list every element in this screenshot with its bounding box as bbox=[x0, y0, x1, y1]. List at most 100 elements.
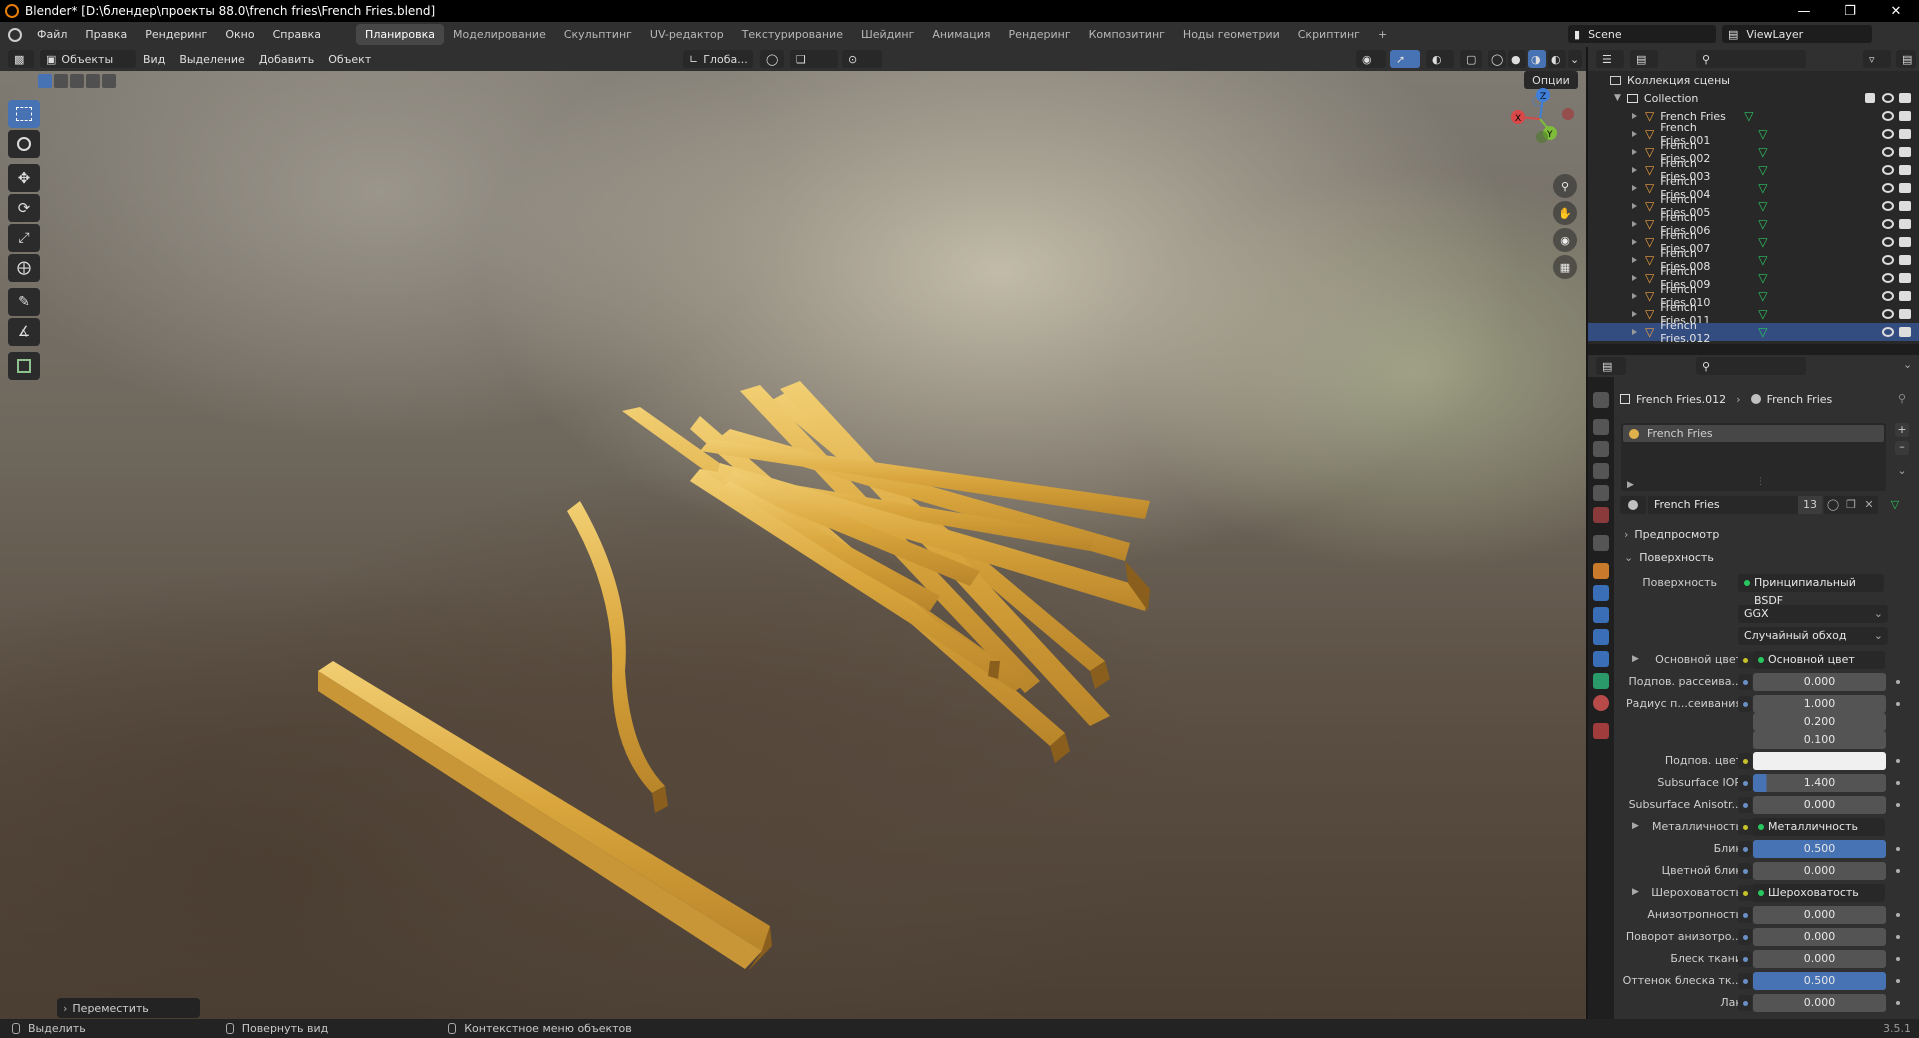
keyframe-icon[interactable] bbox=[1896, 759, 1900, 763]
tab-layout[interactable]: Планировка bbox=[356, 24, 445, 45]
outliner-search-input[interactable]: ⚲ bbox=[1696, 50, 1806, 68]
socket-link-button[interactable] bbox=[1738, 995, 1752, 1011]
material-tab-icon[interactable] bbox=[1593, 695, 1609, 711]
display-mode-button[interactable]: ▤ bbox=[1630, 50, 1658, 68]
camera-icon[interactable] bbox=[1899, 201, 1911, 211]
camera-icon[interactable] bbox=[1899, 129, 1911, 139]
eye-icon[interactable] bbox=[1882, 237, 1894, 247]
surface-shader-field[interactable]: Принципиальный BSDF bbox=[1738, 574, 1884, 607]
french-fries-pile[interactable] bbox=[622, 381, 1150, 763]
shading-solid-button[interactable]: ● bbox=[1508, 50, 1526, 68]
eye-icon[interactable] bbox=[1882, 273, 1894, 283]
menu-select[interactable]: Выделение bbox=[172, 53, 252, 66]
outliner-item[interactable]: ▽ French Fries.002 ▽ bbox=[1588, 139, 1919, 165]
visibility-toggle[interactable]: ◉ bbox=[1356, 50, 1386, 68]
socket-link-button[interactable] bbox=[1738, 674, 1752, 690]
overlays-toggle[interactable]: ◐ bbox=[1426, 50, 1454, 68]
scene-tab-icon[interactable] bbox=[1593, 485, 1609, 501]
camera-icon[interactable] bbox=[1899, 165, 1911, 175]
camera-icon[interactable] bbox=[1899, 309, 1911, 319]
subsurface-method-dropdown[interactable]: Случайный обход ⌄ bbox=[1738, 627, 1888, 645]
socket-link-button[interactable] bbox=[1738, 973, 1752, 989]
camera-icon[interactable] bbox=[1899, 291, 1911, 301]
outliner-item[interactable]: ▽ French Fries.010 ▽ bbox=[1588, 283, 1919, 309]
keyframe-icon[interactable] bbox=[1896, 702, 1900, 706]
keyframe-icon[interactable] bbox=[1896, 781, 1900, 785]
number-field[interactable]: 0.200 bbox=[1753, 713, 1886, 731]
properties-editor-type[interactable]: ▤ bbox=[1596, 357, 1626, 375]
world-tab-icon[interactable] bbox=[1593, 507, 1609, 523]
tab-texture-paint[interactable]: Текстурирование bbox=[733, 24, 852, 45]
menu-edit[interactable]: Правка bbox=[76, 28, 136, 41]
number-field[interactable]: 0.000 bbox=[1753, 796, 1886, 814]
outliner-item[interactable]: ▽ French Fries.005 ▽ bbox=[1588, 193, 1919, 219]
tab-animation[interactable]: Анимация bbox=[923, 24, 999, 45]
expand-right-icon[interactable]: ▶ bbox=[1632, 654, 1639, 664]
camera-icon[interactable] bbox=[1899, 93, 1911, 103]
mode-selector[interactable]: ▣ Объекты bbox=[40, 50, 136, 68]
number-field[interactable]: 1.000 bbox=[1753, 695, 1886, 713]
outliner-editor-type[interactable]: ☰ bbox=[1596, 50, 1624, 68]
texture-tab-icon[interactable] bbox=[1593, 723, 1609, 739]
remove-slot-button[interactable]: – bbox=[1895, 441, 1909, 455]
menu-window[interactable]: Окно bbox=[216, 28, 263, 41]
eye-icon[interactable] bbox=[1882, 219, 1894, 229]
user-count-button[interactable]: 13 bbox=[1798, 496, 1822, 514]
expand-right-icon[interactable] bbox=[1632, 113, 1637, 119]
camera-icon[interactable] bbox=[1899, 273, 1911, 283]
blender-menu-icon[interactable] bbox=[8, 27, 22, 42]
socket-link-button[interactable] bbox=[1738, 753, 1752, 769]
outliner-item[interactable]: ▽ French Fries.003 ▽ bbox=[1588, 157, 1919, 183]
keyframe-icon[interactable] bbox=[1896, 1001, 1900, 1005]
collection-tab-icon[interactable] bbox=[1593, 535, 1609, 551]
tab-shading[interactable]: Шейдинг bbox=[852, 24, 923, 45]
last-operator-panel[interactable]: › Переместить bbox=[57, 998, 200, 1018]
socket-link-button[interactable] bbox=[1738, 929, 1752, 945]
editor-type-button[interactable]: ▩ bbox=[8, 50, 34, 68]
duplicate-material-button[interactable]: ❐ bbox=[1842, 496, 1860, 514]
french-fry-long[interactable] bbox=[318, 661, 772, 971]
menu-file[interactable]: Файл bbox=[28, 28, 76, 41]
french-fry-curved[interactable] bbox=[567, 501, 668, 813]
socket-link-button[interactable] bbox=[1738, 951, 1752, 967]
tab-sculpting[interactable]: Скульптинг bbox=[555, 24, 641, 45]
eye-icon[interactable] bbox=[1882, 201, 1894, 211]
new-collection-button[interactable]: ▤ bbox=[1896, 50, 1916, 68]
menu-help[interactable]: Справка bbox=[264, 28, 330, 41]
number-field[interactable]: 1.400 bbox=[1753, 774, 1886, 792]
pivot-point-button[interactable]: ◯ bbox=[760, 50, 784, 68]
number-field[interactable]: 0.100 bbox=[1753, 731, 1886, 749]
socket-link-button[interactable] bbox=[1738, 819, 1752, 835]
data-tab-icon[interactable] bbox=[1593, 673, 1609, 689]
number-field[interactable]: 0.500 bbox=[1753, 840, 1886, 858]
panel-preview-header[interactable]: › Предпросмотр bbox=[1620, 524, 1910, 544]
keyframe-icon[interactable] bbox=[1896, 913, 1900, 917]
linked-input-field[interactable]: Металличность bbox=[1752, 818, 1885, 836]
modifier-tab-icon[interactable] bbox=[1593, 585, 1609, 601]
camera-icon[interactable] bbox=[1899, 219, 1911, 229]
menu-add[interactable]: Добавить bbox=[252, 53, 321, 66]
expand-right-icon[interactable] bbox=[1632, 149, 1637, 155]
maximize-button[interactable]: ❐ bbox=[1827, 0, 1873, 22]
camera-icon[interactable] bbox=[1899, 237, 1911, 247]
transform-orientation[interactable]: ∟ Глоба... bbox=[683, 50, 753, 68]
browse-material-button[interactable] bbox=[1620, 496, 1646, 514]
eye-icon[interactable] bbox=[1882, 309, 1894, 319]
minimize-button[interactable]: — bbox=[1781, 0, 1827, 22]
expand-right-icon[interactable] bbox=[1632, 311, 1637, 317]
linked-input-field[interactable]: Шероховатость bbox=[1752, 884, 1885, 902]
keyframe-icon[interactable] bbox=[1896, 979, 1900, 983]
expand-right-icon[interactable] bbox=[1632, 131, 1637, 137]
view-layer-tab-icon[interactable] bbox=[1593, 463, 1609, 479]
camera-icon[interactable] bbox=[1899, 255, 1911, 265]
physics-tab-icon[interactable] bbox=[1593, 629, 1609, 645]
eye-icon[interactable] bbox=[1882, 183, 1894, 193]
number-field[interactable]: 0.000 bbox=[1753, 950, 1886, 968]
tab-uv-editing[interactable]: UV-редактор bbox=[641, 24, 733, 45]
keyframe-icon[interactable] bbox=[1896, 957, 1900, 961]
camera-icon[interactable] bbox=[1899, 183, 1911, 193]
eye-icon[interactable] bbox=[1882, 147, 1894, 157]
fake-user-button[interactable]: ◯ bbox=[1824, 496, 1842, 514]
outliner-item[interactable]: ▽ French Fries.006 ▽ bbox=[1588, 211, 1919, 237]
outliner-item[interactable]: ▽ French Fries.008 ▽ bbox=[1588, 247, 1919, 273]
